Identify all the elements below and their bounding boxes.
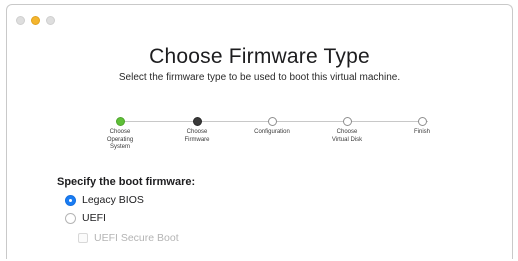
- radio-selected-icon[interactable]: [65, 194, 76, 206]
- boot-firmware-label: Specify the boot firmware:: [57, 176, 196, 188]
- page-subtitle: Select the firmware type to be used to b…: [118, 72, 401, 83]
- step-pending-icon: [267, 117, 277, 126]
- page-title: Choose Firmware Type: [149, 45, 370, 68]
- uefi-secure-boot-option: UEFI Secure Boot: [78, 232, 179, 244]
- firmware-dialog-window: Choose Firmware Type Select the firmware…: [6, 4, 513, 259]
- step-label: Choose Firmware: [184, 129, 210, 143]
- minimize-window-button[interactable]: [31, 16, 40, 25]
- uefi-label: UEFI: [82, 212, 106, 224]
- step-label: Finish: [413, 129, 430, 135]
- secure-boot-checkbox: [78, 233, 88, 243]
- step-choose-firmware: Choose Firmware: [162, 117, 232, 144]
- step-choose-virtual-disk: Choose Virtual Disk: [312, 117, 382, 144]
- step-current-icon: [192, 117, 202, 126]
- window-controls: [16, 16, 55, 25]
- step-pending-icon: [342, 117, 352, 126]
- step-finish: Finish: [387, 117, 457, 137]
- step-label: Choose Operating System: [106, 129, 134, 150]
- wizard-steps: Choose Operating System Choose Firmware …: [7, 117, 512, 167]
- step-label: Configuration: [254, 129, 290, 135]
- step-configuration: Configuration: [237, 117, 307, 137]
- radio-unselected-icon[interactable]: [65, 212, 76, 224]
- close-window-button[interactable]: [16, 16, 25, 25]
- step-done-icon: [115, 117, 125, 126]
- secure-boot-label: UEFI Secure Boot: [94, 232, 179, 244]
- step-label: Choose Virtual Disk: [331, 129, 363, 143]
- step-choose-operating-system: Choose Operating System: [85, 117, 155, 152]
- legacy-bios-option[interactable]: Legacy BIOS: [65, 194, 144, 206]
- step-pending-icon: [417, 117, 427, 126]
- zoom-window-button[interactable]: [46, 16, 55, 25]
- legacy-bios-label: Legacy BIOS: [82, 194, 144, 206]
- uefi-option[interactable]: UEFI: [65, 212, 106, 224]
